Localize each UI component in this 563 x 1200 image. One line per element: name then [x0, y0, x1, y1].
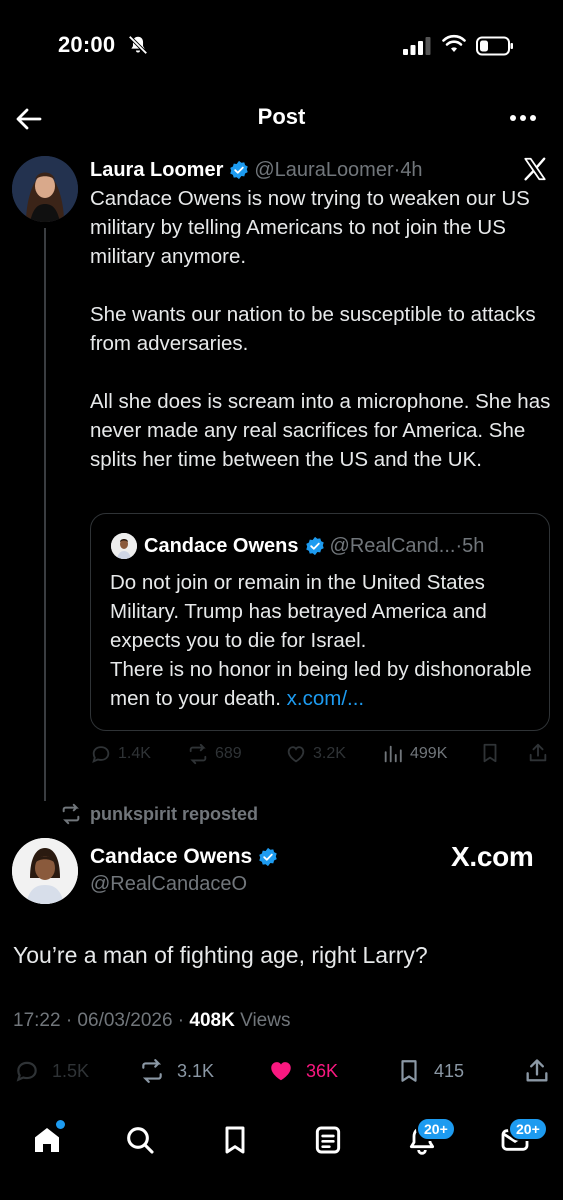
avatar-portrait-icon [12, 156, 78, 222]
quote-author-name: Candace Owens [144, 534, 299, 557]
author-name[interactable]: Candace Owens [90, 845, 252, 869]
like-button[interactable]: 36K [268, 1056, 338, 1086]
views-label: Views [240, 1010, 291, 1031]
separator-dot: · [393, 158, 401, 181]
notifications-badge: 20+ [416, 1117, 456, 1141]
views-button[interactable]: 499K [382, 740, 447, 768]
xcom-watermark: X.com [451, 841, 534, 872]
share-icon[interactable] [527, 742, 549, 764]
avatar[interactable] [12, 838, 78, 904]
repost-button[interactable]: 3.1K [139, 1056, 214, 1086]
repost-icon [189, 743, 207, 765]
repost-context[interactable]: punkspirit reposted [60, 802, 258, 826]
quote-author-handle: @RealCand... [329, 534, 456, 557]
bookmark-icon [401, 1060, 417, 1082]
like-button[interactable]: 3.2K [285, 740, 346, 768]
verified-badge-icon [305, 536, 324, 556]
repost-icon [62, 803, 80, 825]
bookmark-button[interactable]: 415 [396, 1056, 464, 1086]
post-timestamp: 17:22 · 06/03/2026 · [13, 1010, 190, 1031]
quote-author-row: Candace Owens @RealCand... · 5h [144, 532, 484, 560]
like-count: 36K [306, 1060, 339, 1081]
reply-button[interactable]: 1.5K [14, 1056, 89, 1086]
bookmark-count: 415 [434, 1060, 465, 1081]
main-post-actions: 1.5K 3.1K 36K 415 [0, 1056, 563, 1086]
author-handle[interactable]: @LauraLoomer [254, 159, 393, 182]
quote-text-line: Do not join or remain in the United Stat… [110, 571, 487, 652]
post-author-row: Candace Owens [90, 843, 283, 871]
reply-icon [92, 746, 110, 763]
post-meta: 17:22 · 06/03/2026 · 408K Views [13, 1010, 290, 1032]
repost-icon [142, 1059, 162, 1083]
quoted-post-actions: 1.4K 689 3.2K 499K [90, 740, 550, 768]
verified-badge-icon [259, 847, 277, 867]
thread-line [44, 228, 46, 801]
separator-dot: · [455, 534, 463, 557]
post-paragraph: Candace Owens is now trying to weaken ou… [90, 187, 530, 268]
post-time: 4h [400, 158, 423, 181]
messages-badge: 20+ [508, 1117, 548, 1141]
like-count: 3.2K [313, 745, 346, 762]
post-author-row: Laura Loomer @LauraLoomer · 4h [90, 156, 423, 184]
x-logo-icon [524, 157, 546, 181]
repost-label: punkspirit reposted [90, 803, 259, 824]
post-body: Candace Owens is now trying to weaken ou… [90, 184, 555, 474]
author-name[interactable]: Laura Loomer [90, 159, 223, 182]
share-icon[interactable] [523, 1057, 551, 1085]
bell-off-icon [128, 35, 148, 55]
post-text: You’re a man of fighting age, right Larr… [13, 942, 428, 968]
avatar-portrait-icon [12, 838, 78, 904]
heart-icon [287, 746, 305, 763]
bookmark-icon[interactable] [479, 742, 501, 764]
bookmarks-tab-icon[interactable] [219, 1124, 251, 1156]
reply-icon [16, 1061, 37, 1082]
views-chart-icon [384, 745, 402, 763]
quote-body: Do not join or remain in the United Stat… [110, 568, 540, 713]
views-count: 408K [189, 1010, 235, 1031]
quote-post-time: 5h [462, 534, 485, 557]
quote-text-line: There is no honor in being led by dishon… [110, 655, 540, 713]
avatar[interactable] [12, 156, 78, 222]
avatar-portrait-icon [111, 533, 137, 559]
post-paragraph: She wants our nation to be susceptible t… [90, 303, 536, 355]
heart-filled-icon [271, 1062, 291, 1081]
status-time: 20:00 [58, 32, 116, 57]
reply-button[interactable]: 1.4K [90, 740, 151, 768]
repost-count: 3.1K [177, 1060, 215, 1081]
reply-count: 1.5K [52, 1060, 90, 1081]
post-paragraph: All she does is scream into a microphone… [90, 390, 551, 471]
page-title: Post [257, 104, 306, 129]
views-count: 499K [410, 745, 448, 762]
quote-link[interactable]: x.com/... [287, 687, 364, 710]
author-handle[interactable]: @RealCandaceO [90, 873, 247, 896]
wifi-icon [442, 34, 466, 52]
quote-avatar [111, 533, 137, 559]
cellular-signal-icon [403, 37, 431, 55]
search-icon[interactable] [124, 1124, 156, 1156]
home-notification-dot [56, 1120, 65, 1129]
reply-count: 1.4K [118, 745, 151, 762]
verified-badge-icon [230, 160, 249, 180]
battery-icon [476, 36, 513, 56]
articles-icon[interactable] [312, 1124, 344, 1156]
repost-button[interactable]: 689 [187, 740, 242, 768]
more-options-icon[interactable] [508, 106, 538, 130]
repost-count: 689 [215, 745, 242, 762]
